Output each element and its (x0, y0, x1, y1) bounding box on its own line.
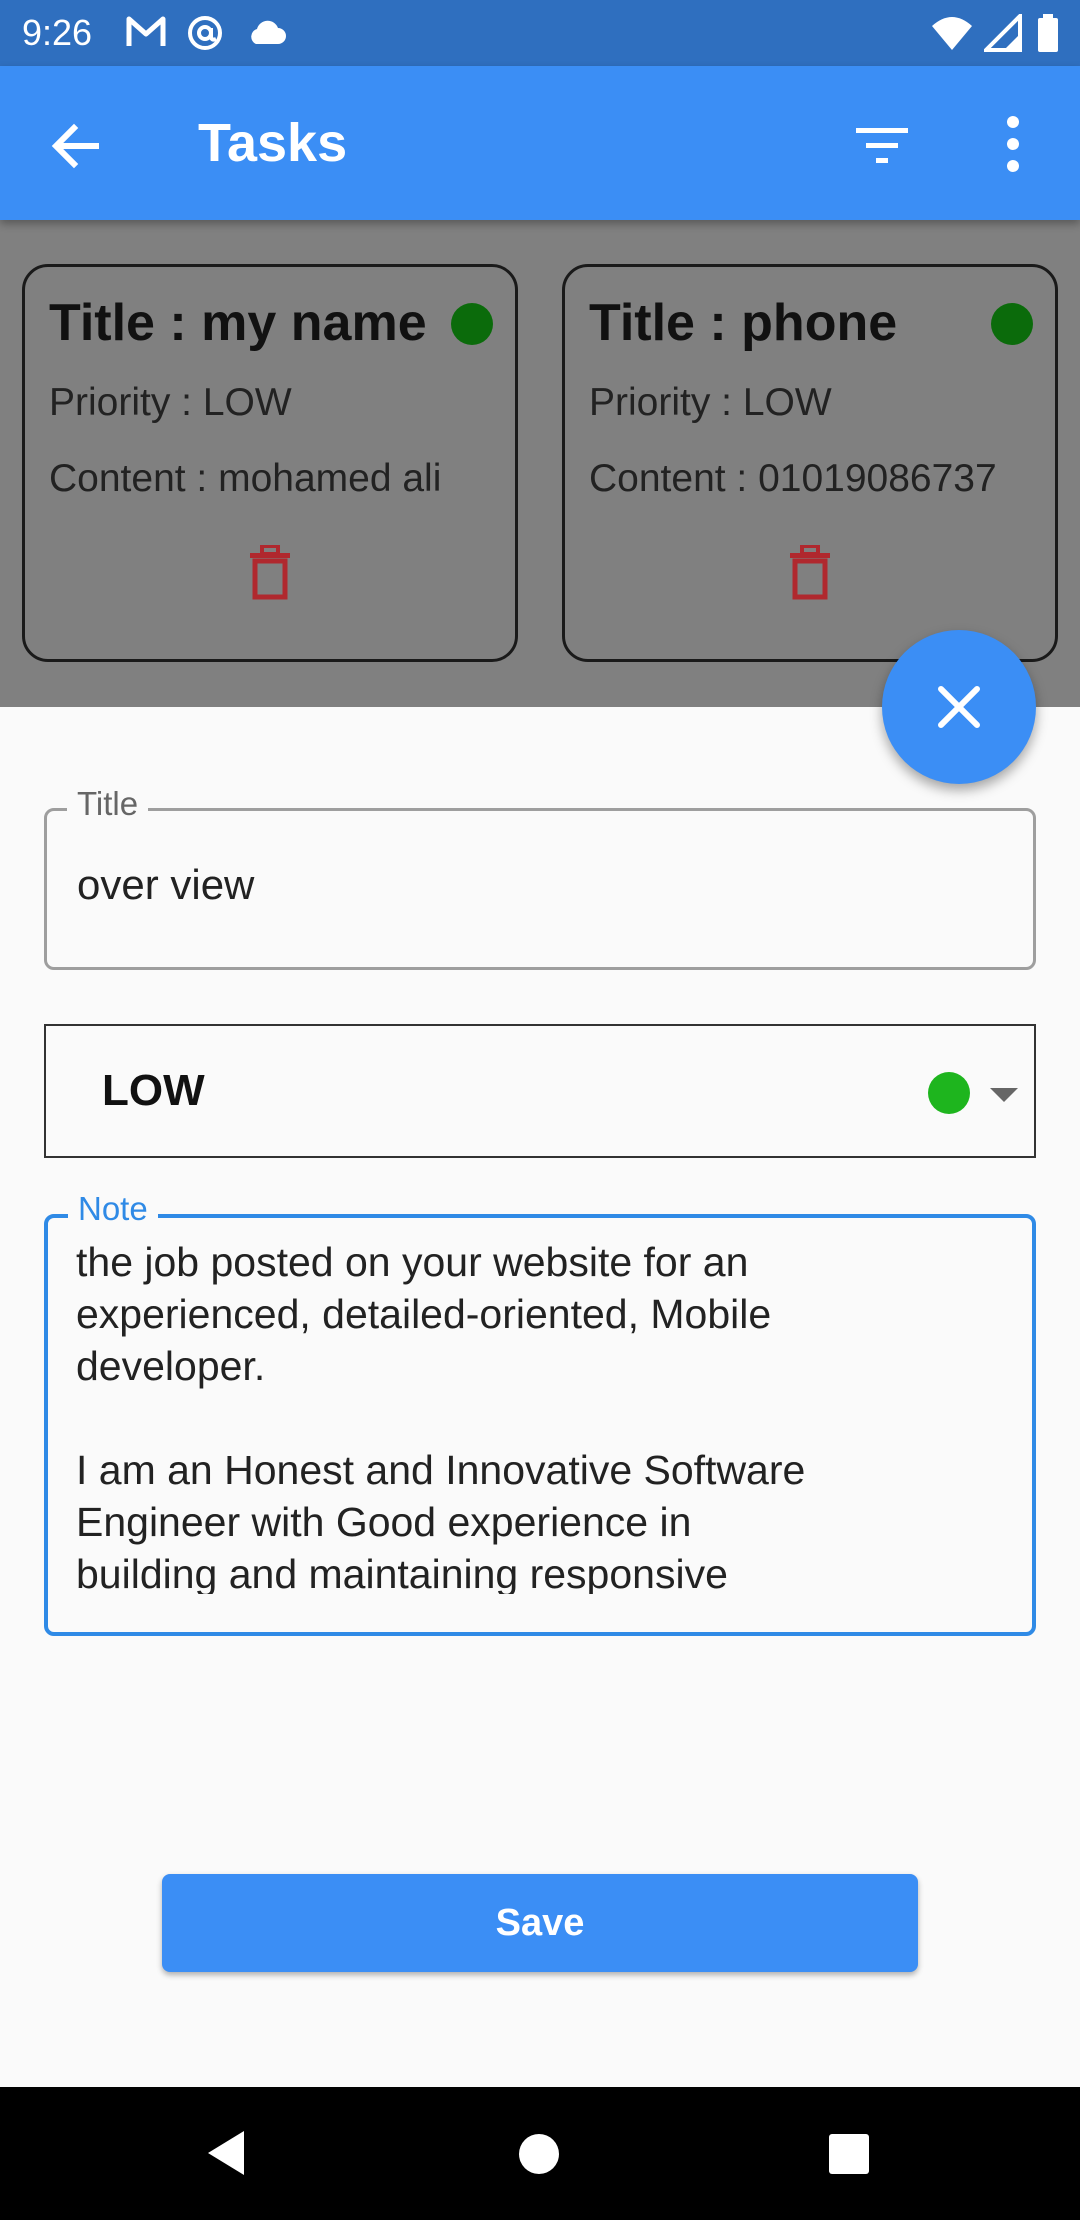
priority-dropdown[interactable]: LOW (44, 1024, 1036, 1158)
battery-icon (1036, 14, 1060, 59)
title-field[interactable]: Title over view (44, 785, 1036, 970)
gmail-icon (126, 14, 166, 55)
filter-icon[interactable] (852, 116, 912, 176)
wifi-icon (930, 14, 974, 57)
task-title: Title : phone (589, 294, 898, 352)
system-nav-bar (0, 2087, 1080, 2220)
priority-color-dot (928, 1072, 970, 1114)
delete-icon[interactable] (788, 544, 832, 601)
close-icon (938, 686, 980, 728)
at-sign-icon (186, 14, 224, 57)
status-dot (451, 303, 493, 345)
nav-recents-icon[interactable] (828, 2133, 870, 2180)
task-card[interactable]: Title : phone Priority : LOW Content : 0… (562, 264, 1058, 662)
close-fab-button[interactable] (882, 630, 1036, 784)
task-title: Title : my name (49, 294, 427, 352)
nav-home-icon[interactable] (518, 2133, 560, 2180)
delete-icon[interactable] (248, 544, 292, 601)
task-priority: Priority : LOW (49, 381, 292, 424)
status-bar: 9:26 (0, 0, 1080, 66)
save-button[interactable]: Save (162, 1874, 918, 1972)
status-dot (991, 303, 1033, 345)
task-content: Content : 01019086737 (589, 457, 997, 500)
task-priority: Priority : LOW (589, 381, 832, 424)
dropdown-arrow-icon[interactable] (990, 1088, 1018, 1102)
more-vert-icon[interactable] (990, 112, 1036, 176)
back-arrow-icon[interactable] (46, 116, 106, 176)
title-input-value[interactable]: over view (77, 861, 254, 909)
note-field[interactable]: Note the job posted on your website for … (44, 1190, 1036, 1636)
task-card[interactable]: Title : my name Priority : LOW Content :… (22, 264, 518, 662)
priority-selected-value: LOW (102, 1066, 205, 1115)
note-field-label: Note (68, 1190, 158, 1228)
cloud-icon (246, 14, 288, 55)
nav-back-icon[interactable] (204, 2129, 248, 2182)
task-list: Title : my name Priority : LOW Content :… (0, 220, 1080, 707)
signal-icon (981, 11, 1022, 57)
task-content: Content : mohamed ali (49, 457, 442, 500)
status-time: 9:26 (22, 12, 93, 53)
title-field-label: Title (67, 785, 149, 823)
page-title: Tasks (198, 113, 348, 173)
app-bar: Tasks (0, 66, 1080, 220)
note-textarea[interactable]: the job posted on your website for an ex… (76, 1236, 996, 1594)
